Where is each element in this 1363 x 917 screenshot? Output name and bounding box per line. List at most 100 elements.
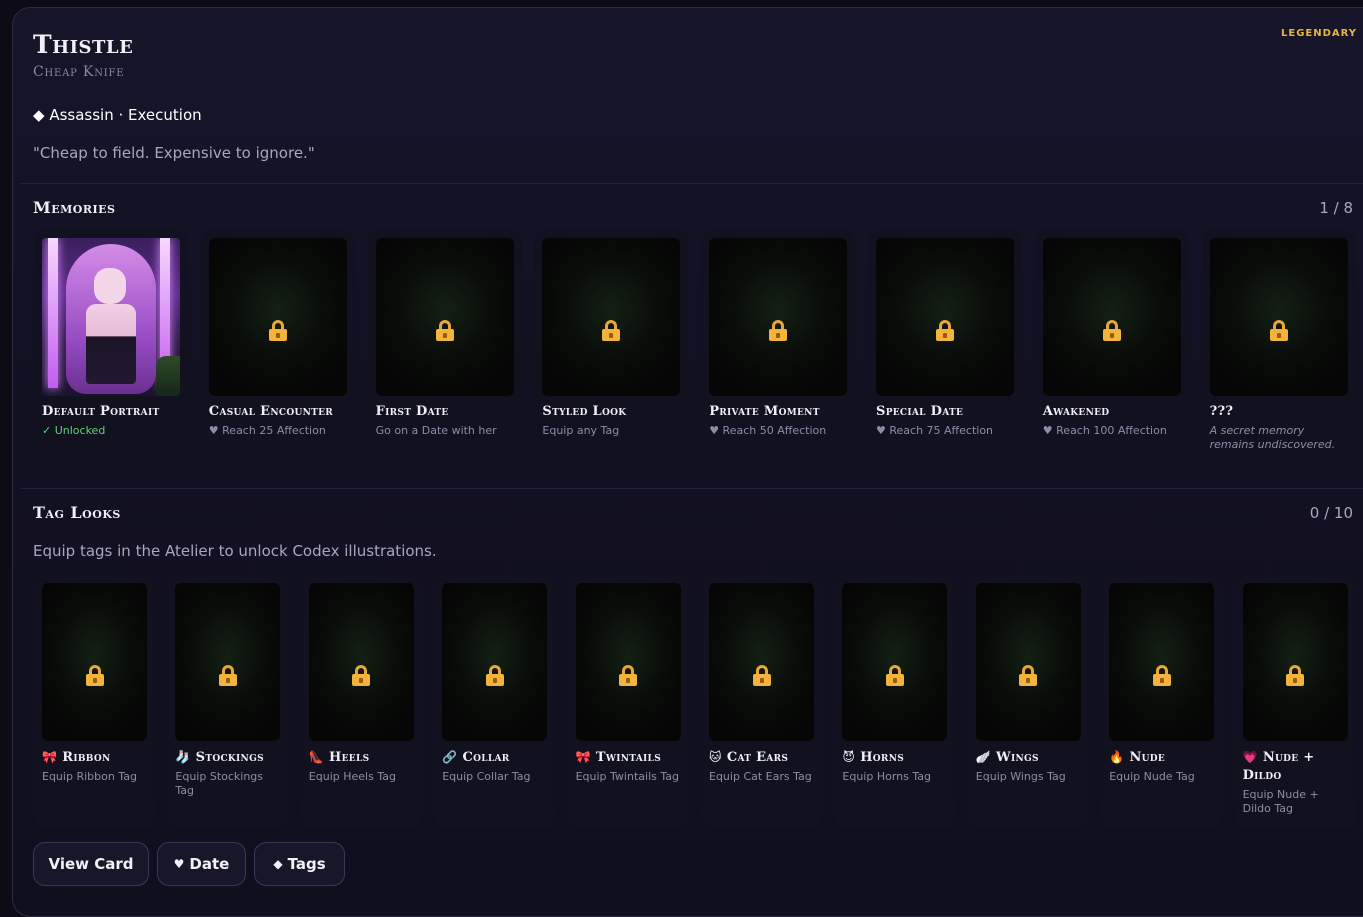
locked-memory-art [876, 238, 1014, 396]
tag-looks-title: Tag Looks [33, 503, 121, 522]
view-card-button[interactable]: View Card [33, 842, 149, 886]
tag-card-twintails[interactable]: 🎀 Twintails Equip Twintails Tag [567, 575, 689, 828]
memory-card-styled-look[interactable]: Styled Look Equip any Tag [534, 230, 689, 468]
nude-dildo-tag-icon: 💗 [1242, 750, 1258, 764]
memory-card-requirement: ♥ Reach 50 Affection [709, 424, 827, 437]
memory-card-casual-encounter[interactable]: Casual Encounter ♥ Reach 25 Affection [200, 230, 355, 468]
tag-card-horns[interactable]: 😈 Horns Equip Horns Tag [834, 575, 956, 828]
archetype-line: ◆ Assassin · Execution [33, 106, 202, 124]
memory-card-title: Styled Look [542, 404, 627, 419]
tag-card-wings[interactable]: 🪽 Wings Equip Wings Tag [967, 575, 1089, 828]
tag-card-requirement: Equip Heels Tag [308, 770, 396, 783]
tag-card-nude[interactable]: 🔥 Nude Equip Nude Tag [1101, 575, 1223, 828]
memories-title: Memories [33, 198, 116, 217]
character-codex-panel: Thistle Cheap Knife LEGENDARY ◆ Assassin… [12, 7, 1363, 917]
character-name: Thistle [33, 30, 134, 59]
lock-icon [1152, 664, 1171, 686]
memory-card-requirement: ♥ Reach 25 Affection [208, 424, 326, 437]
locked-tag-art [308, 583, 414, 741]
twintails-tag-icon: 🎀 [575, 750, 591, 764]
tag-card-requirement: Equip Stockings Tag [175, 770, 264, 797]
date-label: Date [189, 855, 230, 873]
diamond-icon: ◆ [273, 857, 283, 871]
memory-card-default-portrait[interactable]: Default Portrait ✓ Unlocked [34, 230, 188, 468]
rarity-badge: LEGENDARY [1281, 28, 1358, 39]
locked-tag-art [42, 583, 147, 741]
locked-tag-art [175, 583, 281, 741]
locked-tag-art [842, 583, 948, 741]
tag-card-stockings[interactable]: 🧦 Stockings Equip Stockings Tag [167, 575, 289, 828]
tag-card-collar[interactable]: 🔗 Collar Equip Collar Tag [434, 575, 556, 828]
horns-tag-icon: 😈 [842, 750, 856, 764]
lock-icon [769, 319, 788, 341]
lock-icon [1102, 319, 1121, 341]
locked-memory-art [208, 238, 347, 396]
tag-card-title: 🎀 Ribbon [42, 748, 147, 767]
divider [21, 183, 1363, 184]
stockings-tag-icon: 🧦 [175, 750, 191, 764]
tag-card-requirement: Equip Collar Tag [442, 770, 531, 783]
memory-card-secret[interactable]: ??? A secret memory remains undiscovered. [1201, 230, 1356, 468]
lock-icon [936, 319, 954, 341]
tag-card-title: 🪽 Wings [976, 748, 1081, 767]
tag-card-nude-dildo[interactable]: 💗 Nude + Dildo Equip Nude + Dildo Tag [1234, 575, 1356, 828]
character-subtitle: Cheap Knife [33, 64, 125, 80]
divider [21, 488, 1363, 489]
lock-icon [1269, 319, 1288, 341]
locked-tag-art [575, 583, 681, 741]
ribbon-tag-icon: 🎀 [42, 750, 58, 764]
memory-card-first-date[interactable]: First Date Go on a Date with her [367, 230, 522, 468]
nude-tag-icon: 🔥 [1109, 750, 1125, 764]
lock-icon [752, 664, 771, 686]
tags-label: Tags [287, 855, 326, 873]
tag-card-title: 🔥 Nude [1109, 748, 1214, 767]
memory-card-title: Default Portrait [42, 404, 160, 419]
locked-memory-art [375, 238, 514, 396]
archetype-label: Assassin · Execution [49, 106, 202, 124]
view-card-label: View Card [48, 855, 134, 873]
tag-card-requirement: Equip Horns Tag [842, 770, 931, 783]
lock-icon [85, 664, 104, 686]
character-quote: "Cheap to field. Expensive to ignore." [33, 144, 315, 162]
tag-card-label: Horns [860, 750, 905, 765]
lock-icon [218, 664, 237, 686]
tag-card-requirement: Equip Wings Tag [975, 770, 1066, 783]
locked-tag-art [1109, 583, 1215, 741]
tag-card-label: Ribbon [62, 750, 111, 765]
locked-memory-art [542, 238, 681, 396]
memory-card-special-date[interactable]: Special Date ♥ Reach 75 Affection [868, 230, 1022, 468]
tag-card-title: 🎀 Twintails [576, 748, 681, 767]
tag-card-ribbon[interactable]: 🎀 Ribbon Equip Ribbon Tag [34, 575, 155, 828]
tag-card-label: Nude [1129, 750, 1166, 765]
lock-icon [352, 664, 371, 686]
memories-count: 1 / 8 [1319, 199, 1353, 217]
memory-card-awakened[interactable]: Awakened ♥ Reach 100 Affection [1034, 230, 1189, 468]
heart-icon: ♥ [173, 857, 185, 871]
lock-icon [268, 319, 287, 341]
lock-icon [485, 664, 504, 686]
tag-card-title: 🔗 Collar [442, 748, 547, 767]
default-portrait-image [42, 238, 180, 396]
tag-card-label: Stockings [195, 750, 264, 765]
lock-icon [619, 664, 638, 686]
date-button[interactable]: ♥ Date [157, 842, 246, 886]
diamond-icon: ◆ [33, 106, 45, 124]
tag-card-title: 😈 Horns [842, 748, 947, 767]
tag-card-heels[interactable]: 👠 Heels Equip Heels Tag [300, 575, 422, 828]
memory-card-requirement: ♥ Reach 75 Affection [876, 424, 994, 437]
tag-card-label: Wings [996, 750, 1039, 765]
memory-card-title: ??? [1209, 404, 1234, 419]
memory-card-requirement: Go on a Date with her [375, 424, 497, 437]
tag-card-requirement: Equip Cat Ears Tag [709, 770, 812, 783]
memory-card-requirement: ♥ Reach 100 Affection [1042, 424, 1167, 437]
tag-card-requirement: Equip Twintails Tag [575, 770, 679, 783]
memory-card-title: First Date [375, 404, 449, 419]
tag-card-requirement: Equip Nude Tag [1109, 770, 1195, 783]
locked-memory-art [709, 238, 848, 396]
tag-card-label: Twintails [595, 750, 661, 765]
locked-tag-art [975, 583, 1081, 741]
memory-card-private-moment[interactable]: Private Moment ♥ Reach 50 Affection [701, 230, 856, 468]
tag-card-label: Heels [329, 750, 370, 765]
tag-card-cat-ears[interactable]: 🐱 Cat Ears Equip Cat Ears Tag [701, 575, 822, 828]
tags-button[interactable]: ◆ Tags [254, 842, 345, 886]
